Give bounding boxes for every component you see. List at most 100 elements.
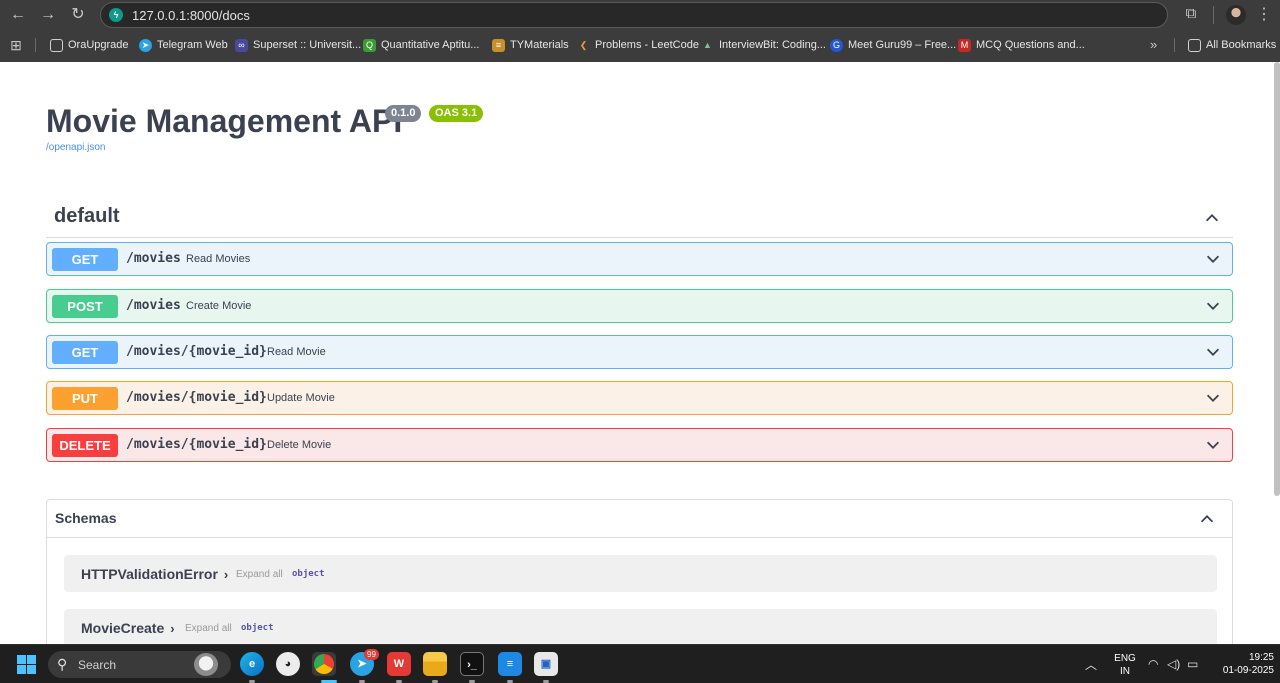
model-name-text: MovieCreate — [81, 620, 165, 636]
clock-date: 01-09-2025 — [1222, 665, 1274, 676]
chevron-right-icon: › — [223, 567, 229, 582]
edge-icon[interactable]: e — [240, 652, 264, 676]
method-badge-get: GET — [52, 248, 118, 271]
chevron-down-icon[interactable] — [1204, 297, 1222, 315]
bookmark-label: Meet Guru99 – Free... — [848, 39, 957, 51]
swagger-page: Movie Management API 0.1.0 OAS 3.1 /open… — [0, 62, 1280, 644]
chevron-down-icon[interactable] — [1204, 436, 1222, 454]
tray-overflow-icon[interactable]: ︿ — [1085, 656, 1097, 673]
browser-menu-icon[interactable]: ⋮ — [1256, 4, 1272, 26]
model-httpvalidationerror[interactable]: HTTPValidationError › Expand all object — [64, 555, 1217, 592]
chevron-down-icon[interactable] — [1204, 250, 1222, 268]
schemas-header[interactable]: Schemas — [47, 500, 1232, 538]
tag-section-default[interactable]: default — [46, 200, 1233, 238]
operation-get-movies[interactable]: GET /movies Read Movies — [46, 242, 1233, 276]
profile-avatar[interactable] — [1226, 5, 1246, 25]
bookmark-label: TYMaterials — [510, 39, 569, 51]
operation-path: /movies — [126, 251, 181, 266]
file-explorer-icon[interactable] — [423, 652, 447, 676]
system-clock[interactable]: 19:25 01-09-2025 — [1208, 651, 1274, 677]
notepad-icon[interactable]: ≡ — [498, 652, 522, 676]
chrome-icon[interactable] — [312, 652, 336, 676]
all-bookmarks-button[interactable]: All Bookmarks — [1188, 37, 1276, 53]
language-indicator[interactable]: ENG IN — [1111, 652, 1139, 678]
schemas-section: Schemas HTTPValidationError › Expand all … — [46, 499, 1233, 644]
superset-icon: ∞ — [235, 38, 248, 52]
operation-summary: Read Movies — [186, 253, 251, 265]
model-name[interactable]: MovieCreate › — [81, 620, 175, 636]
bookmark-leetcode[interactable]: ❮ Problems - LeetCode — [577, 37, 699, 53]
api-title: Movie Management API — [46, 103, 403, 139]
bookmark-interviewbit[interactable]: ▲ InterviewBit: Coding... — [701, 37, 826, 53]
indiabix-icon: Q — [363, 38, 376, 52]
search-label: Search — [78, 658, 117, 672]
bookmark-label: Quantitative Aptitu... — [381, 39, 480, 51]
copilot-icon[interactable]: ◕ — [276, 652, 300, 676]
search-icon: ⚲ — [57, 656, 68, 672]
bookmark-label: MCQ Questions and... — [976, 39, 1085, 51]
chevron-up-icon[interactable] — [1198, 510, 1216, 528]
model-type: object — [241, 623, 274, 633]
remote-desktop-icon[interactable]: ▣ — [534, 652, 558, 676]
taskbar-search[interactable]: ⚲ Search — [48, 651, 231, 678]
fastapi-site-icon: ϟ — [109, 8, 123, 22]
version-badge: 0.1.0 — [385, 105, 422, 122]
expand-all-link[interactable]: Expand all — [185, 623, 232, 634]
bookmark-tymaterials[interactable]: ≡ TYMaterials — [492, 37, 569, 53]
windows-start-icon[interactable] — [17, 655, 36, 674]
chevron-down-icon[interactable] — [1204, 343, 1222, 361]
toolbar-separator — [1213, 6, 1214, 24]
oas-badge: OAS 3.1 — [429, 105, 484, 122]
model-type: object — [292, 569, 325, 579]
battery-icon[interactable]: ▭ — [1187, 657, 1198, 671]
folder-icon — [1188, 38, 1201, 52]
folder-icon — [50, 38, 63, 52]
page-scrollbar[interactable] — [1274, 62, 1280, 496]
forward-arrow-icon[interactable]: → — [37, 4, 59, 26]
browser-chrome: ← → ↻ ϟ 127.0.0.1:8000/docs ⧉ ⋮ ⊞ OraUpg… — [0, 0, 1280, 62]
bookmarks-divider — [35, 38, 36, 52]
address-bar[interactable]: ϟ 127.0.0.1:8000/docs — [100, 2, 1168, 28]
bookmark-superset[interactable]: ∞ Superset :: Universit... — [235, 37, 361, 53]
method-badge-post: POST — [52, 295, 118, 318]
more-bookmarks-icon[interactable]: » — [1150, 37, 1157, 52]
bookmark-label: InterviewBit: Coding... — [719, 39, 826, 51]
bookmark-oraupgrade[interactable]: OraUpgrade — [50, 37, 129, 53]
operation-put-movie[interactable]: PUT /movies/{movie_id} Update Movie — [46, 381, 1233, 415]
openapi-json-link[interactable]: /openapi.json — [46, 142, 106, 153]
search-highlight-icon — [194, 653, 218, 676]
operation-summary: Read Movie — [267, 346, 326, 358]
bookmark-mcq-questions[interactable]: M MCQ Questions and... — [958, 37, 1085, 53]
back-arrow-icon[interactable]: ← — [7, 4, 29, 26]
bookmark-label: Telegram Web — [157, 39, 228, 51]
all-bookmarks-label: All Bookmarks — [1206, 39, 1277, 51]
tymaterials-icon: ≡ — [492, 38, 505, 52]
extensions-icon[interactable]: ⧉ — [1181, 4, 1201, 24]
bookmark-quantitative-aptitude[interactable]: Q Quantitative Aptitu... — [363, 37, 479, 53]
language-code: ENG — [1114, 653, 1136, 664]
browser-toolbar: ← → ↻ ϟ 127.0.0.1:8000/docs ⧉ ⋮ — [0, 0, 1280, 30]
operation-get-movie-by-id[interactable]: GET /movies/{movie_id} Read Movie — [46, 335, 1233, 369]
apps-grid-icon[interactable]: ⊞ — [8, 37, 24, 53]
bookmark-guru99[interactable]: G Meet Guru99 – Free... — [830, 37, 956, 53]
wifi-icon[interactable]: ◠ — [1148, 657, 1158, 671]
bookmark-label: OraUpgrade — [68, 39, 129, 51]
bookmark-telegram-web[interactable]: ➤ Telegram Web — [139, 37, 228, 53]
guru99-icon: G — [830, 38, 843, 52]
operation-delete-movie[interactable]: DELETE /movies/{movie_id} Delete Movie — [46, 428, 1233, 462]
operation-post-movies[interactable]: POST /movies Create Movie — [46, 289, 1233, 323]
chevron-up-icon[interactable] — [1203, 209, 1221, 227]
operation-path: /movies/{movie_id} — [126, 344, 267, 359]
reload-icon[interactable]: ↻ — [67, 4, 89, 26]
wps-office-icon[interactable]: W — [387, 652, 411, 676]
expand-all-link[interactable]: Expand all — [236, 569, 283, 580]
model-moviecreate[interactable]: MovieCreate › Expand all object — [64, 609, 1217, 644]
operation-path: /movies/{movie_id} — [126, 390, 267, 405]
windows-taskbar: ⚲ Search e ◕ ➤ 99 W ›_ ≡ ▣ ︿ ENG IN ◠ ◁)… — [0, 644, 1280, 683]
volume-icon[interactable]: ◁) — [1167, 657, 1180, 671]
method-badge-get: GET — [52, 341, 118, 364]
method-badge-put: PUT — [52, 387, 118, 410]
chevron-down-icon[interactable] — [1204, 389, 1222, 407]
terminal-icon[interactable]: ›_ — [460, 652, 484, 676]
model-name[interactable]: HTTPValidationError › — [81, 566, 228, 582]
